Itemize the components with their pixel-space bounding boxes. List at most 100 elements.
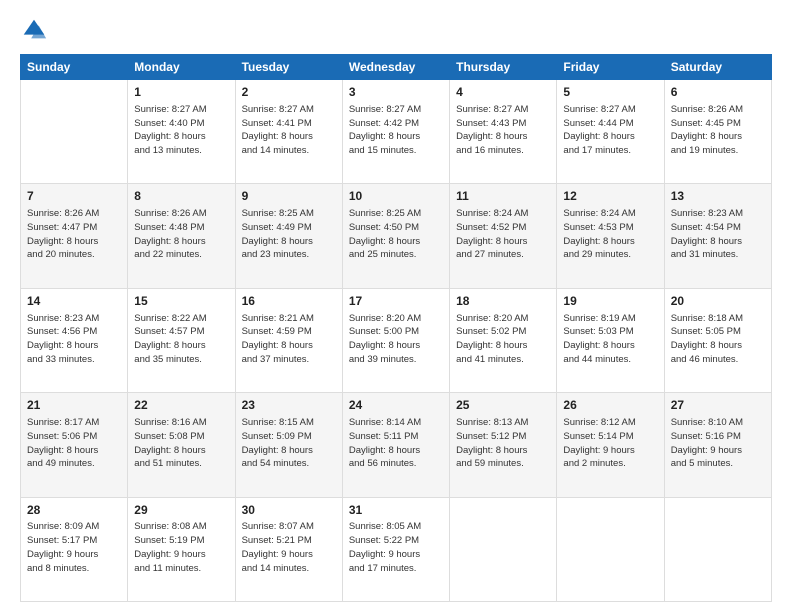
day-number: 22: [134, 397, 228, 414]
day-info: Sunrise: 8:26 AM Sunset: 4:47 PM Dayligh…: [27, 207, 121, 262]
day-info: Sunrise: 8:25 AM Sunset: 4:50 PM Dayligh…: [349, 207, 443, 262]
week-row-4: 21 Sunrise: 8:17 AM Sunset: 5:06 PM Dayli…: [21, 393, 772, 497]
day-cell: 17Sunrise: 8:20 AM Sunset: 5:00 PM Dayli…: [342, 288, 449, 392]
page: SundayMondayTuesdayWednesdayThursdayFrid…: [0, 0, 792, 612]
day-cell: 9 Sunrise: 8:25 AM Sunset: 4:49 PM Daylig…: [235, 184, 342, 288]
calendar-table: SundayMondayTuesdayWednesdayThursdayFrid…: [20, 54, 772, 602]
day-number: 20: [671, 293, 765, 310]
day-info: Sunrise: 8:19 AM Sunset: 5:03 PM Dayligh…: [563, 312, 657, 367]
day-cell: [557, 497, 664, 601]
day-info: Sunrise: 8:26 AM Sunset: 4:48 PM Dayligh…: [134, 207, 228, 262]
logo: [20, 16, 52, 44]
day-number: 6: [671, 84, 765, 101]
week-row-3: 14 Sunrise: 8:23 AM Sunset: 4:56 PM Dayli…: [21, 288, 772, 392]
day-cell: [450, 497, 557, 601]
day-cell: 3 Sunrise: 8:27 AM Sunset: 4:42 PM Daylig…: [342, 80, 449, 184]
day-info: Sunrise: 8:17 AM Sunset: 5:06 PM Dayligh…: [27, 416, 121, 471]
day-info: Sunrise: 8:09 AM Sunset: 5:17 PM Dayligh…: [27, 520, 121, 575]
day-cell: 2 Sunrise: 8:27 AM Sunset: 4:41 PM Daylig…: [235, 80, 342, 184]
day-number: 2: [242, 84, 336, 101]
day-cell: 15Sunrise: 8:22 AM Sunset: 4:57 PM Dayli…: [128, 288, 235, 392]
col-header-sunday: Sunday: [21, 55, 128, 80]
day-cell: 21 Sunrise: 8:17 AM Sunset: 5:06 PM Dayli…: [21, 393, 128, 497]
day-number: 15: [134, 293, 228, 310]
day-number: 3: [349, 84, 443, 101]
day-cell: 10 Sunrise: 8:25 AM Sunset: 4:50 PM Dayli…: [342, 184, 449, 288]
logo-icon: [20, 16, 48, 44]
day-number: 26: [563, 397, 657, 414]
day-info: Sunrise: 8:12 AM Sunset: 5:14 PM Dayligh…: [563, 416, 657, 471]
day-cell: 29Sunrise: 8:08 AM Sunset: 5:19 PM Dayli…: [128, 497, 235, 601]
day-cell: 7 Sunrise: 8:26 AM Sunset: 4:47 PM Daylig…: [21, 184, 128, 288]
day-info: Sunrise: 8:25 AM Sunset: 4:49 PM Dayligh…: [242, 207, 336, 262]
day-cell: [664, 497, 771, 601]
header: [20, 16, 772, 44]
day-cell: 22 Sunrise: 8:16 AM Sunset: 5:08 PM Dayli…: [128, 393, 235, 497]
day-cell: 25 Sunrise: 8:13 AM Sunset: 5:12 PM Dayli…: [450, 393, 557, 497]
day-info: Sunrise: 8:18 AM Sunset: 5:05 PM Dayligh…: [671, 312, 765, 367]
day-info: Sunrise: 8:27 AM Sunset: 4:41 PM Dayligh…: [242, 103, 336, 158]
day-info: Sunrise: 8:15 AM Sunset: 5:09 PM Dayligh…: [242, 416, 336, 471]
day-number: 7: [27, 188, 121, 205]
day-info: Sunrise: 8:10 AM Sunset: 5:16 PM Dayligh…: [671, 416, 765, 471]
col-header-thursday: Thursday: [450, 55, 557, 80]
day-cell: 5 Sunrise: 8:27 AM Sunset: 4:44 PM Daylig…: [557, 80, 664, 184]
day-info: Sunrise: 8:27 AM Sunset: 4:42 PM Dayligh…: [349, 103, 443, 158]
day-cell: 26 Sunrise: 8:12 AM Sunset: 5:14 PM Dayli…: [557, 393, 664, 497]
week-row-5: 28Sunrise: 8:09 AM Sunset: 5:17 PM Dayli…: [21, 497, 772, 601]
day-number: 16: [242, 293, 336, 310]
day-cell: [21, 80, 128, 184]
day-info: Sunrise: 8:21 AM Sunset: 4:59 PM Dayligh…: [242, 312, 336, 367]
day-cell: 6 Sunrise: 8:26 AM Sunset: 4:45 PM Daylig…: [664, 80, 771, 184]
day-cell: 24 Sunrise: 8:14 AM Sunset: 5:11 PM Dayli…: [342, 393, 449, 497]
day-number: 31: [349, 502, 443, 519]
day-cell: 4 Sunrise: 8:27 AM Sunset: 4:43 PM Daylig…: [450, 80, 557, 184]
day-number: 9: [242, 188, 336, 205]
day-cell: 11Sunrise: 8:24 AM Sunset: 4:52 PM Dayli…: [450, 184, 557, 288]
col-header-saturday: Saturday: [664, 55, 771, 80]
day-cell: 19 Sunrise: 8:19 AM Sunset: 5:03 PM Dayli…: [557, 288, 664, 392]
day-info: Sunrise: 8:13 AM Sunset: 5:12 PM Dayligh…: [456, 416, 550, 471]
day-cell: 20 Sunrise: 8:18 AM Sunset: 5:05 PM Dayli…: [664, 288, 771, 392]
day-number: 21: [27, 397, 121, 414]
day-number: 18: [456, 293, 550, 310]
day-info: Sunrise: 8:05 AM Sunset: 5:22 PM Dayligh…: [349, 520, 443, 575]
day-number: 4: [456, 84, 550, 101]
day-info: Sunrise: 8:27 AM Sunset: 4:44 PM Dayligh…: [563, 103, 657, 158]
day-number: 27: [671, 397, 765, 414]
day-info: Sunrise: 8:08 AM Sunset: 5:19 PM Dayligh…: [134, 520, 228, 575]
day-info: Sunrise: 8:27 AM Sunset: 4:43 PM Dayligh…: [456, 103, 550, 158]
day-number: 28: [27, 502, 121, 519]
day-cell: 14 Sunrise: 8:23 AM Sunset: 4:56 PM Dayli…: [21, 288, 128, 392]
day-number: 10: [349, 188, 443, 205]
day-number: 12: [563, 188, 657, 205]
day-number: 29: [134, 502, 228, 519]
day-number: 25: [456, 397, 550, 414]
day-number: 8: [134, 188, 228, 205]
day-cell: 1 Sunrise: 8:27 AM Sunset: 4:40 PM Daylig…: [128, 80, 235, 184]
day-number: 11: [456, 188, 550, 205]
day-cell: 18 Sunrise: 8:20 AM Sunset: 5:02 PM Dayli…: [450, 288, 557, 392]
day-number: 14: [27, 293, 121, 310]
day-info: Sunrise: 8:23 AM Sunset: 4:54 PM Dayligh…: [671, 207, 765, 262]
day-number: 19: [563, 293, 657, 310]
day-info: Sunrise: 8:14 AM Sunset: 5:11 PM Dayligh…: [349, 416, 443, 471]
week-row-1: 1 Sunrise: 8:27 AM Sunset: 4:40 PM Daylig…: [21, 80, 772, 184]
day-number: 5: [563, 84, 657, 101]
col-header-wednesday: Wednesday: [342, 55, 449, 80]
day-cell: 12 Sunrise: 8:24 AM Sunset: 4:53 PM Dayli…: [557, 184, 664, 288]
day-cell: 8 Sunrise: 8:26 AM Sunset: 4:48 PM Daylig…: [128, 184, 235, 288]
day-number: 1: [134, 84, 228, 101]
day-info: Sunrise: 8:20 AM Sunset: 5:02 PM Dayligh…: [456, 312, 550, 367]
day-info: Sunrise: 8:27 AM Sunset: 4:40 PM Dayligh…: [134, 103, 228, 158]
day-number: 24: [349, 397, 443, 414]
day-number: 13: [671, 188, 765, 205]
day-cell: 30Sunrise: 8:07 AM Sunset: 5:21 PM Dayli…: [235, 497, 342, 601]
day-info: Sunrise: 8:23 AM Sunset: 4:56 PM Dayligh…: [27, 312, 121, 367]
day-cell: 31Sunrise: 8:05 AM Sunset: 5:22 PM Dayli…: [342, 497, 449, 601]
day-info: Sunrise: 8:24 AM Sunset: 4:53 PM Dayligh…: [563, 207, 657, 262]
day-info: Sunrise: 8:16 AM Sunset: 5:08 PM Dayligh…: [134, 416, 228, 471]
day-info: Sunrise: 8:26 AM Sunset: 4:45 PM Dayligh…: [671, 103, 765, 158]
day-cell: 13 Sunrise: 8:23 AM Sunset: 4:54 PM Dayli…: [664, 184, 771, 288]
day-cell: 16 Sunrise: 8:21 AM Sunset: 4:59 PM Dayli…: [235, 288, 342, 392]
